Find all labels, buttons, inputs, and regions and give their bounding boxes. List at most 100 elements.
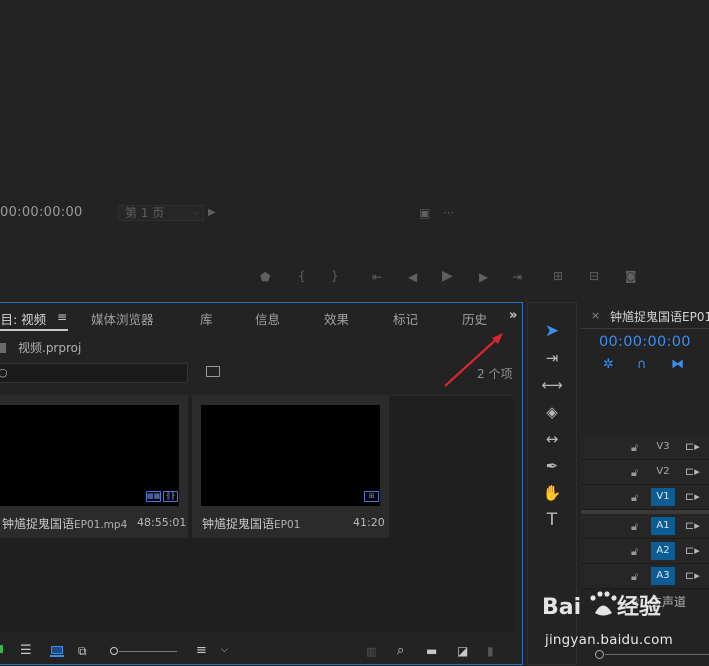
sort-icon[interactable]: ≡	[196, 643, 207, 658]
extract-icon[interactable]: ⊟	[589, 269, 599, 283]
tab-markers[interactable]: 标记	[393, 309, 418, 328]
export-frame-icon[interactable]: ▣	[419, 206, 430, 220]
clip-name-main: 钟馗捉鬼国语	[2, 517, 75, 531]
lock-icon[interactable]: 🔓︎	[631, 466, 638, 480]
svg-text:经验: 经验	[617, 594, 661, 620]
audio-badge-icon: ╢╟	[163, 491, 178, 502]
chevron-down-icon: ⌵	[192, 208, 199, 218]
toggle-output-icon[interactable]: ⊏▸	[685, 490, 700, 503]
pen-tool-icon[interactable]: ✒	[538, 455, 566, 477]
track-name[interactable]: V2	[651, 463, 675, 481]
track-row[interactable]: 🔓︎ A1 ⊏▸	[581, 514, 709, 539]
write-protect-icon[interactable]	[0, 645, 3, 653]
go-to-in-icon[interactable]: ⇤	[372, 270, 382, 284]
zoom-slider-track[interactable]	[119, 651, 177, 652]
fit-settings-icon[interactable]: ⋯	[443, 206, 454, 220]
tab-libraries[interactable]: 库	[200, 309, 213, 328]
clip-thumbnail	[201, 405, 380, 506]
clip-duration: 41:20	[353, 516, 385, 529]
track-row[interactable]: 🔓︎ V2 ⊏▸	[581, 460, 709, 485]
mark-out-icon[interactable]: }	[331, 269, 339, 283]
toggle-output-icon[interactable]: ⊏▸	[685, 544, 700, 557]
program-monitor	[0, 0, 709, 298]
timeline-zoom-track[interactable]	[605, 654, 709, 655]
add-marker-icon[interactable]: ⬟	[260, 270, 270, 284]
hand-tool-icon[interactable]: ✋	[538, 482, 566, 504]
tab-active-underline	[0, 329, 68, 331]
razor-tool-icon[interactable]: ◈	[538, 401, 566, 423]
ripple-edit-tool-icon[interactable]: ⟷	[538, 374, 566, 396]
track-select-tool-icon[interactable]: ⇥	[538, 347, 566, 369]
track-name[interactable]: V1	[651, 488, 675, 506]
play-icon[interactable]: ▶	[442, 269, 453, 283]
new-bin-icon[interactable]: ▬	[426, 644, 437, 658]
play-arrow-icon[interactable]: ▶	[208, 206, 216, 220]
mark-in-icon[interactable]: {	[298, 269, 306, 283]
new-item-icon[interactable]: ◪	[457, 644, 468, 658]
svg-text:Bai: Bai	[542, 595, 581, 620]
toggle-output-icon[interactable]: ⊏▸	[685, 519, 700, 532]
zoom-slider-handle[interactable]	[110, 647, 118, 655]
step-back-icon[interactable]: ◀	[408, 270, 417, 284]
slip-tool-icon[interactable]: ↔	[538, 428, 566, 450]
overflow-chevron-icon[interactable]: »	[509, 308, 517, 323]
automate-icon[interactable]: ▥	[366, 645, 376, 658]
annotation-arrow	[444, 333, 503, 387]
timeline-zoom-handle[interactable]	[595, 650, 604, 659]
vertical-scrollbar[interactable]	[513, 395, 521, 631]
lock-icon[interactable]: 🔓︎	[631, 441, 638, 455]
sequence-badge-icon: ⊞	[364, 491, 379, 502]
watermark-url: jingyan.baidu.com	[545, 632, 673, 648]
icon-view-icon[interactable]	[51, 646, 63, 654]
search-icon: ○	[0, 366, 8, 379]
tab-media-browser[interactable]: 媒体浏览器	[91, 309, 154, 328]
find-icon[interactable]: ⌕	[397, 643, 404, 658]
find-in-bin-icon[interactable]	[206, 366, 220, 377]
track-row[interactable]: 🔓︎ A2 ⊏▸	[581, 539, 709, 564]
type-tool-icon[interactable]: T	[538, 509, 566, 531]
toggle-output-icon[interactable]: ⊏▸	[685, 440, 700, 453]
toggle-output-icon[interactable]: ⊏▸	[685, 569, 700, 582]
nest-toggle-icon[interactable]: ✲	[603, 357, 614, 372]
toggle-output-icon[interactable]: ⊏▸	[685, 465, 700, 478]
track-name[interactable]: A2	[651, 542, 675, 560]
panel-menu-icon[interactable]: ≡	[57, 310, 67, 324]
selection-tool-icon[interactable]: ➤	[538, 320, 566, 342]
close-icon[interactable]: ×	[591, 309, 600, 322]
track-name[interactable]: A1	[651, 517, 675, 535]
go-to-out-icon[interactable]: ⇥	[512, 270, 522, 284]
tab-info[interactable]: 信息	[255, 309, 280, 328]
tab-history[interactable]: 历史	[462, 309, 488, 328]
sort-chevron-icon[interactable]: ⌵	[221, 645, 228, 655]
track-row[interactable]: 🔓︎ V3 ⊏▸	[581, 435, 709, 460]
monitor-timecode[interactable]: 00:00:00:00	[0, 205, 83, 220]
track-name[interactable]: V3	[651, 438, 675, 456]
timeline-timecode[interactable]: 00:00:00:00	[599, 334, 691, 350]
lock-icon[interactable]: 🔓︎	[631, 545, 638, 559]
clip-name: 钟馗捉鬼国语EP01	[202, 515, 300, 532]
clip-duration: 48:55:01	[137, 516, 187, 529]
sequence-tab[interactable]: 钟馗捉鬼国语EP01	[610, 308, 709, 325]
project-toolbar: ☰ ⧉ ≡ ⌵ ▥ ⌕ ▬ ◪ ▮	[0, 640, 523, 666]
clip-name-suffix: EP01.mp4	[74, 519, 128, 531]
trash-icon[interactable]: ▮	[487, 644, 494, 658]
snap-icon[interactable]: ∩	[637, 357, 647, 372]
lock-icon[interactable]: 🔓︎	[631, 491, 638, 505]
lift-icon[interactable]: ⊞	[553, 269, 563, 283]
clip-card[interactable]: ▦▦ ╢╟ 钟馗捉鬼国语EP01.mp4 48:55:01	[0, 396, 188, 538]
search-input[interactable]: ○	[0, 363, 188, 383]
lock-icon[interactable]: 🔓︎	[631, 520, 638, 534]
list-view-icon[interactable]: ☰	[20, 643, 32, 658]
camera-icon[interactable]: ◙	[625, 269, 637, 283]
freeform-view-icon[interactable]: ⧉	[78, 644, 87, 659]
tab-effects[interactable]: 效果	[324, 309, 349, 328]
track-row[interactable]: 🔓︎ V1 ⊏▸	[581, 485, 709, 510]
clip-card[interactable]: ⊞ 钟馗捉鬼国语EP01 41:20	[192, 396, 389, 538]
page-select-value: 第 1 页	[125, 206, 165, 220]
linked-selection-icon[interactable]: ⧓	[671, 357, 684, 372]
step-forward-icon[interactable]: ▶	[479, 270, 488, 284]
tab-divider	[581, 328, 709, 329]
tab-project[interactable]: 项目: 视频	[0, 309, 46, 328]
page-select[interactable]: 第 1 页 ⌵	[118, 205, 204, 221]
tab-project-label: 项目: 视频	[0, 312, 47, 327]
